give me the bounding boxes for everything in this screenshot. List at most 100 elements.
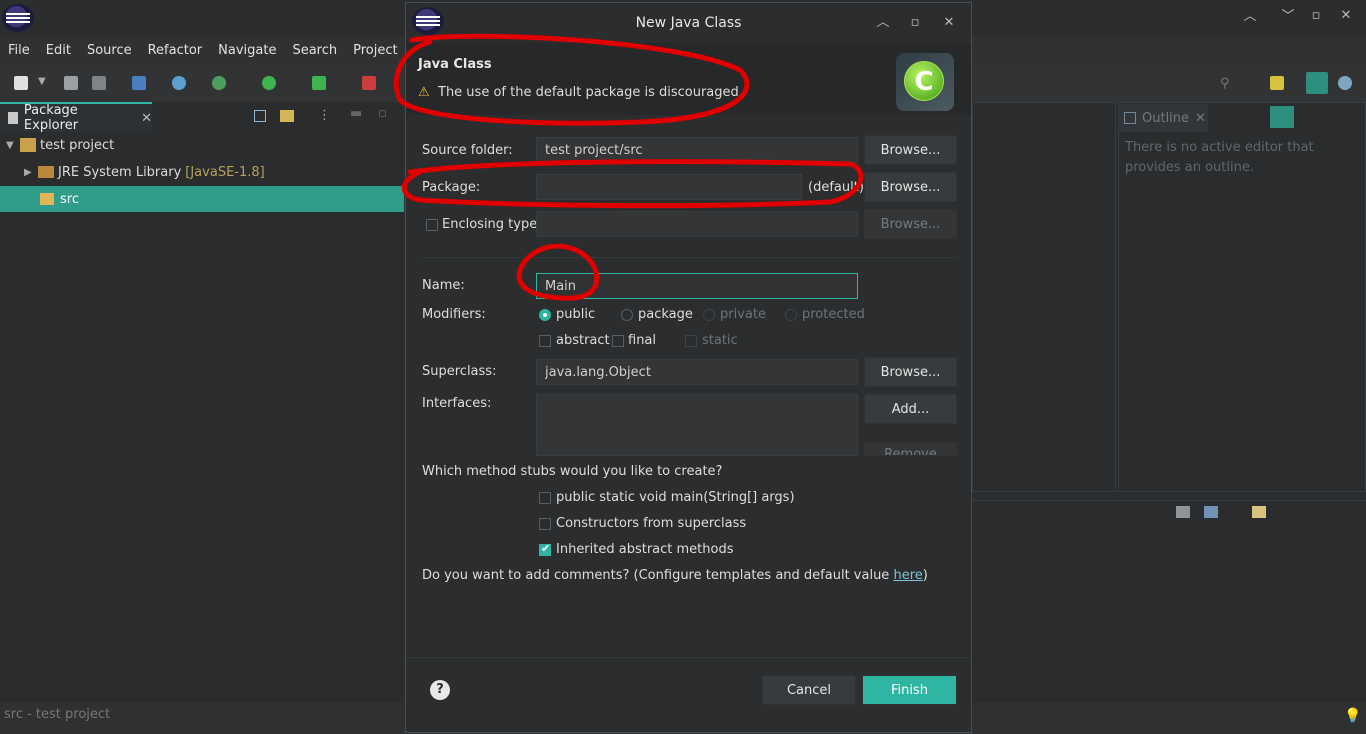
name-field[interactable] (536, 273, 858, 299)
collapse-chevron-icon[interactable]: ▶ (24, 167, 38, 178)
open-perspective-icon[interactable] (1270, 76, 1284, 90)
modifier-final-checkbox[interactable] (612, 335, 624, 347)
console-pin-icon[interactable] (1176, 506, 1190, 518)
browse-package-button[interactable]: Browse... (864, 172, 957, 202)
console-display-icon[interactable] (1204, 506, 1218, 518)
restore-icon[interactable]: ﹀ (1278, 7, 1298, 27)
dialog-titlebar: New Java Class ︿ ▫ ✕ (406, 3, 971, 43)
tree-item-src[interactable]: src (0, 186, 404, 212)
source-folder-label: Source folder: (422, 143, 513, 158)
stub-constructors-label: Constructors from superclass (556, 516, 747, 531)
modifier-static-checkbox (685, 335, 697, 347)
jre-version: [JavaSE-1.8] (185, 164, 265, 180)
superclass-field[interactable] (536, 359, 858, 385)
stub-main-checkbox[interactable] (539, 492, 551, 504)
modifier-static-label: static (702, 333, 738, 348)
class-c-icon: C (904, 61, 944, 101)
tree-item-project[interactable]: ▼ test project (0, 132, 404, 158)
maximize-icon[interactable]: ▫ (1306, 6, 1326, 26)
jre-label: JRE System Library (58, 164, 182, 180)
menu-navigate[interactable]: Navigate (210, 43, 284, 58)
help-icon[interactable]: ? (430, 680, 450, 700)
tab-outline[interactable]: Outline ✕ (1118, 104, 1208, 132)
stub-constructors-checkbox[interactable] (539, 518, 551, 530)
comments-question-text: Do you want to add comments? (Configure … (422, 568, 894, 583)
enclosing-type-field (536, 211, 858, 237)
tab-package-explorer[interactable]: Package Explorer ✕ (0, 102, 152, 133)
save-all-icon[interactable] (92, 76, 106, 90)
modifier-public-radio[interactable] (539, 309, 551, 321)
outline-icon (1124, 112, 1136, 124)
comments-here-link[interactable]: here (893, 568, 922, 583)
close-tab-icon[interactable]: ✕ (141, 111, 152, 126)
package-default-label: (default) (808, 180, 864, 195)
menu-file[interactable]: File (0, 43, 38, 58)
quick-access-search-icon[interactable]: ⚲ (1220, 76, 1234, 91)
interfaces-list[interactable] (536, 394, 858, 456)
search-icon[interactable] (172, 76, 186, 90)
new-console-icon[interactable] (1252, 506, 1266, 518)
src-label: src (60, 191, 79, 207)
modifier-abstract-checkbox[interactable] (539, 335, 551, 347)
modifier-private-radio (703, 309, 715, 321)
modifiers-label: Modifiers: (422, 307, 486, 322)
method-stubs-question: Which method stubs would you like to cre… (422, 464, 723, 479)
dialog-banner: Java Class ⚠ The use of the default pack… (406, 43, 971, 115)
minimize-view-icon[interactable]: ▬ (350, 106, 362, 121)
package-label: Package: (422, 180, 481, 195)
footer-separator (406, 657, 971, 658)
enclosing-type-checkbox[interactable] (426, 219, 438, 231)
dialog-maximize-icon[interactable]: ▫ (905, 13, 925, 33)
eclipse-logo-icon (2, 4, 34, 32)
menu-edit[interactable]: Edit (38, 43, 79, 58)
warning-icon: ⚠ (418, 84, 430, 100)
finish-button[interactable]: Finish (862, 675, 957, 705)
name-label: Name: (422, 278, 465, 293)
debug-icon[interactable] (212, 76, 226, 90)
new-dropdown-icon[interactable]: ▼ (38, 76, 48, 90)
debug-perspective-icon[interactable] (1338, 76, 1352, 90)
browse-enclosing-button: Browse... (864, 209, 957, 239)
menu-project[interactable]: Project (345, 43, 405, 58)
open-type-icon[interactable] (132, 76, 146, 90)
browse-superclass-button[interactable]: Browse... (864, 357, 957, 387)
modifier-protected-label: protected (802, 307, 865, 322)
dialog-close-icon[interactable]: ✕ (939, 13, 959, 33)
modifier-public-label: public (556, 307, 596, 322)
close-outline-tab-icon[interactable]: ✕ (1195, 111, 1206, 126)
maximize-view-icon[interactable]: ▫ (378, 106, 387, 121)
modifier-final-label: final (628, 333, 657, 348)
save-icon[interactable] (64, 76, 78, 90)
browse-source-button[interactable]: Browse... (864, 135, 957, 165)
coverage-icon[interactable] (312, 76, 326, 90)
java-class-badge: C (896, 53, 954, 111)
package-explorer-icon (8, 112, 18, 124)
run-icon[interactable] (262, 76, 276, 90)
tree-item-jre[interactable]: ▶ JRE System Library [JavaSE-1.8] (0, 159, 404, 185)
minimize-icon[interactable]: ︿ (1240, 7, 1260, 27)
tip-lightbulb-icon[interactable]: 💡 (1344, 708, 1361, 724)
modifier-package-label: package (638, 307, 693, 322)
cancel-button[interactable]: Cancel (762, 675, 856, 705)
expand-chevron-icon[interactable]: ▼ (6, 140, 20, 151)
java-perspective-icon[interactable] (1306, 72, 1328, 94)
menu-source[interactable]: Source (79, 43, 140, 58)
close-icon[interactable]: ✕ (1336, 6, 1356, 26)
add-interface-button[interactable]: Add... (864, 394, 957, 424)
link-with-editor-icon[interactable] (280, 110, 294, 122)
new-icon[interactable] (14, 76, 28, 90)
sort-icon[interactable] (1270, 106, 1294, 128)
modifier-private-label: private (720, 307, 766, 322)
dialog-collapse-icon[interactable]: ︿ (873, 13, 893, 33)
view-menu-icon[interactable]: ⋮ (318, 108, 331, 123)
stub-inherited-checkbox[interactable] (539, 542, 551, 556)
package-folder-icon (40, 193, 54, 205)
modifier-package-radio[interactable] (621, 309, 633, 321)
source-folder-field[interactable] (536, 137, 858, 163)
menu-search[interactable]: Search (284, 43, 345, 58)
modifier-abstract-label: abstract (556, 333, 610, 348)
collapse-all-icon[interactable] (254, 110, 266, 122)
menu-refactor[interactable]: Refactor (140, 43, 211, 58)
external-tools-icon[interactable] (362, 76, 376, 90)
package-field[interactable] (536, 174, 802, 200)
